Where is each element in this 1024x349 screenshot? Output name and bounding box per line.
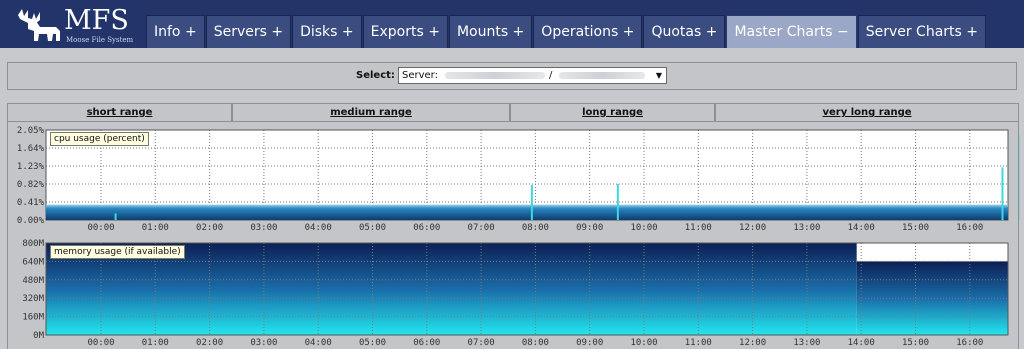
cpu-y-tick-label: 1.64% xyxy=(17,144,45,154)
cpu-y-tick-label: 0.00% xyxy=(17,216,45,226)
server-select-separator: / xyxy=(549,70,553,81)
mem-x-tick-label: 14:00 xyxy=(848,338,875,348)
mem-x-tick-label: 03:00 xyxy=(250,338,277,348)
cpu-x-tick-label: 07:00 xyxy=(468,223,495,233)
mem-y-tick-label: 320M xyxy=(22,294,44,304)
cpu-x-tick-label: 13:00 xyxy=(793,223,820,233)
dropdown-arrow-icon: ▼ xyxy=(655,71,662,80)
moose-icon xyxy=(14,7,60,41)
cpu-baseline-area xyxy=(46,204,1008,220)
charts-panel: 2.05% 1.64% 1.23% 0.82% 0.41% 0.00% 00:00 01:0… xyxy=(7,122,1020,349)
cpu-x-tick-label: 14:00 xyxy=(848,223,875,233)
cpu-y-tick-label: 2.05% xyxy=(17,126,45,136)
mem-y-tick-label: 160M xyxy=(22,313,44,323)
server-select-prefix: Server: xyxy=(402,70,438,81)
cpu-spike-bar xyxy=(616,184,619,220)
cpu-x-tick-label: 08:00 xyxy=(522,223,549,233)
cpu-spike-bar xyxy=(1001,167,1004,220)
select-label: Select: xyxy=(356,70,395,81)
mem-y-tick-label: 480M xyxy=(22,276,44,286)
main-tabs: Info + Servers + Disks + Exports + Mount… xyxy=(146,15,987,48)
cpu-x-tick-label: 15:00 xyxy=(902,223,929,233)
tab-master-charts[interactable]: Master Charts − xyxy=(726,15,857,48)
range-medium[interactable]: medium range xyxy=(232,103,510,122)
tab-operations[interactable]: Operations + xyxy=(533,15,643,48)
mem-x-tick-label: 01:00 xyxy=(142,338,169,348)
logo-subtitle: Moose File System xyxy=(66,36,134,44)
cpu-y-tick-label: 0.82% xyxy=(17,180,45,190)
mem-x-tick-label: 16:00 xyxy=(956,338,983,348)
cpu-x-tick-label: 12:00 xyxy=(739,223,766,233)
mem-y-tick-label: 0M xyxy=(33,331,44,341)
cpu-x-tick-label: 09:00 xyxy=(576,223,603,233)
top-header: MFS Moose File System Info + Servers + D… xyxy=(0,0,1024,48)
server-select-bar: Select: Server: / ▼ xyxy=(7,62,1017,90)
mem-x-tick-label: 05:00 xyxy=(359,338,386,348)
range-short[interactable]: short range xyxy=(7,103,232,122)
tab-quotas[interactable]: Quotas + xyxy=(643,15,726,48)
server-select[interactable]: Server: / ▼ xyxy=(398,67,667,84)
mem-x-tick-label: 10:00 xyxy=(630,338,657,348)
mem-x-tick-label: 00:00 xyxy=(87,338,114,348)
cpu-y-tick-label: 1.23% xyxy=(17,162,45,172)
tab-disks[interactable]: Disks + xyxy=(292,15,362,48)
cpu-x-tick-label: 06:00 xyxy=(413,223,440,233)
tab-exports[interactable]: Exports + xyxy=(362,15,448,48)
range-very-long[interactable]: very long range xyxy=(715,103,1019,122)
cpu-spike-bar xyxy=(114,213,117,220)
mem-y-ticks: 800M 640M 480M 320M 160M 0M xyxy=(22,239,44,341)
mem-x-tick-label: 11:00 xyxy=(685,338,712,348)
mem-y-tick-label: 640M xyxy=(22,257,44,267)
tab-info[interactable]: Info + xyxy=(146,15,205,48)
range-selector: short range medium range long range very… xyxy=(7,103,1019,122)
cpu-x-tick-label: 04:00 xyxy=(305,223,332,233)
cpu-spike-bar xyxy=(530,184,533,220)
cpu-y-tick-label: 0.41% xyxy=(17,198,45,208)
tab-servers[interactable]: Servers + xyxy=(205,15,292,48)
cpu-x-ticks: 00:00 01:00 02:00 03:00 04:00 05:00 06:00 07:00… xyxy=(87,223,983,233)
mem-x-tick-label: 12:00 xyxy=(739,338,766,348)
cpu-chart-title: cpu usage (percent) xyxy=(50,132,149,146)
cpu-y-ticks: 2.05% 1.64% 1.23% 0.82% 0.41% 0.00% xyxy=(17,126,45,226)
cpu-x-tick-label: 10:00 xyxy=(630,223,657,233)
cpu-x-tick-label: 00:00 xyxy=(87,223,114,233)
mem-x-tick-label: 02:00 xyxy=(196,338,223,348)
redacted-server-name xyxy=(445,72,545,79)
logo-title: MFS xyxy=(64,5,129,36)
mem-x-tick-label: 07:00 xyxy=(468,338,495,348)
cpu-x-tick-label: 11:00 xyxy=(685,223,712,233)
cpu-x-tick-label: 16:00 xyxy=(956,223,983,233)
cpu-x-tick-label: 01:00 xyxy=(142,223,169,233)
mem-x-tick-label: 13:00 xyxy=(793,338,820,348)
mem-x-tick-label: 09:00 xyxy=(576,338,603,348)
cpu-x-tick-label: 03:00 xyxy=(250,223,277,233)
cpu-x-tick-label: 05:00 xyxy=(359,223,386,233)
memory-chart-title: memory usage (if available) xyxy=(50,245,185,259)
cpu-x-tick-label: 02:00 xyxy=(196,223,223,233)
mem-x-tick-label: 06:00 xyxy=(413,338,440,348)
mem-x-tick-label: 04:00 xyxy=(305,338,332,348)
redacted-server-port xyxy=(559,72,645,79)
mem-y-tick-label: 800M xyxy=(22,239,44,249)
mfs-logo[interactable]: MFS Moose File System xyxy=(6,3,142,45)
charts-canvas: 2.05% 1.64% 1.23% 0.82% 0.41% 0.00% 00:00 01:0… xyxy=(17,126,1020,348)
range-long[interactable]: long range xyxy=(510,103,715,122)
mem-x-tick-label: 08:00 xyxy=(522,338,549,348)
tab-server-charts[interactable]: Server Charts + xyxy=(857,15,986,48)
mem-x-tick-label: 15:00 xyxy=(902,338,929,348)
tab-mounts[interactable]: Mounts + xyxy=(448,15,533,48)
mem-x-ticks: 00:00 01:00 02:00 03:00 04:00 05:00 06:00 07:00… xyxy=(87,338,983,348)
